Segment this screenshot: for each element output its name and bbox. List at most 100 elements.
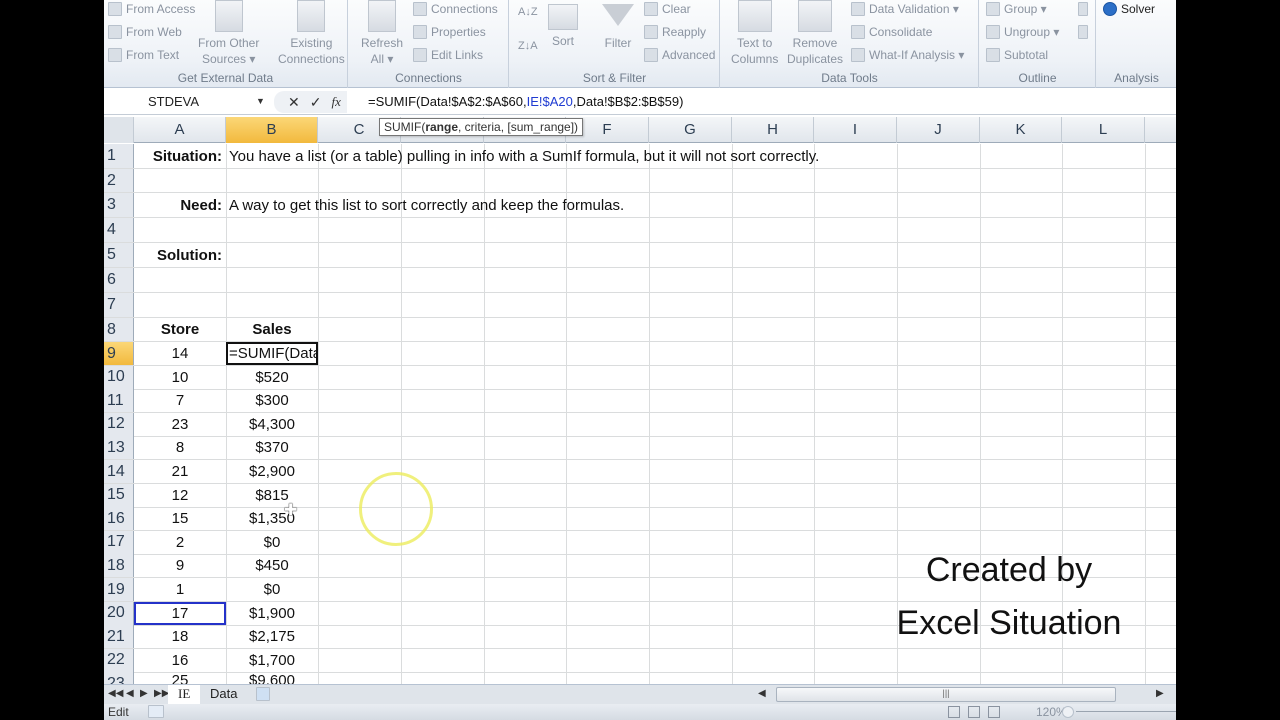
filter-button[interactable]: Filter <box>602 4 634 50</box>
sales-cell[interactable]: $815 <box>226 484 318 507</box>
from-access-button[interactable]: From Access <box>108 2 195 16</box>
scrollbar-thumb[interactable]: ||| <box>776 687 1116 702</box>
column-header-l[interactable]: L <box>1062 117 1145 143</box>
label-situation[interactable]: Situation: <box>134 144 226 168</box>
scroll-left-icon[interactable]: ◀ <box>758 688 766 699</box>
name-box[interactable]: STDEVA <box>104 91 268 113</box>
row-header-13[interactable]: 13 <box>104 436 134 460</box>
sales-cell[interactable]: $1,350 <box>226 507 318 530</box>
show-detail-button[interactable] <box>1078 2 1088 16</box>
store-header-cell[interactable]: Store <box>134 318 226 341</box>
store-cell[interactable]: 23 <box>134 413 226 436</box>
store-cell[interactable]: 16 <box>134 649 226 672</box>
situation-text[interactable]: You have a list (or a table) pulling in … <box>226 144 1145 168</box>
sales-cell[interactable]: $2,900 <box>226 460 318 483</box>
row-header-18[interactable]: 18 <box>104 554 134 578</box>
store-cell[interactable]: 18 <box>134 625 226 648</box>
sales-cell[interactable]: $0 <box>226 578 318 601</box>
store-cell[interactable]: 1 <box>134 578 226 601</box>
store-cell[interactable]: 9 <box>134 554 226 577</box>
next-sheet-icon[interactable]: ▶ <box>140 688 148 699</box>
prev-sheet-icon[interactable]: ◀ <box>126 688 134 699</box>
sheet-tab-ie[interactable]: IE <box>168 685 201 704</box>
store-cell[interactable]: 21 <box>134 460 226 483</box>
sheet-tab-data[interactable]: Data <box>200 685 247 704</box>
ungroup-button[interactable]: Ungroup ▾ <box>986 25 1059 39</box>
row-header-19[interactable]: 19 <box>104 578 134 601</box>
row-header-7[interactable]: 7 <box>104 293 134 317</box>
what-if-analysis-button[interactable]: What-If Analysis ▾ <box>851 48 964 62</box>
sales-cell[interactable]: $2,175 <box>226 625 318 648</box>
connections-button[interactable]: Connections <box>413 2 498 16</box>
store-cell[interactable]: 8 <box>134 436 226 459</box>
normal-view-icon[interactable] <box>948 706 960 718</box>
scroll-right-icon[interactable]: ▶ <box>1156 688 1164 699</box>
column-header-g[interactable]: G <box>649 117 732 143</box>
page-layout-view-icon[interactable] <box>968 706 980 718</box>
row-header-4[interactable]: 4 <box>104 218 134 242</box>
store-cell[interactable]: 14 <box>134 342 226 365</box>
from-text-button[interactable]: From Text <box>108 48 179 62</box>
sales-cell[interactable]: $520 <box>226 366 318 389</box>
row-header-16[interactable]: 16 <box>104 507 134 531</box>
column-header-a[interactable]: A <box>134 117 226 143</box>
sort-z-to-a-button[interactable]: Z↓A <box>518 40 538 52</box>
row-header-2[interactable]: 2 <box>104 169 134 192</box>
solver-button[interactable]: Solver <box>1103 2 1155 16</box>
formula-input[interactable]: =SUMIF(Data!$A$2:$A$60,IE!$A20,Data!$B$2… <box>368 94 683 109</box>
text-to-columns-button[interactable]: Text to Columns <box>731 0 778 66</box>
store-cell[interactable]: 7 <box>134 389 226 412</box>
row-header-5[interactable]: 5 <box>104 243 134 267</box>
store-cell[interactable]: 10 <box>134 366 226 389</box>
insert-sheet-icon[interactable] <box>256 687 270 701</box>
row-header-10[interactable]: 10 <box>104 365 134 389</box>
existing-connections-button[interactable]: Existing Connections <box>278 0 345 66</box>
sales-cell[interactable]: $370 <box>226 436 318 459</box>
store-cell[interactable]: 15 <box>134 507 226 530</box>
column-header-b[interactable]: B <box>226 117 318 143</box>
page-break-view-icon[interactable] <box>988 706 1000 718</box>
store-cell[interactable]: 12 <box>134 484 226 507</box>
row-header-11[interactable]: 11 <box>104 389 134 413</box>
sort-a-to-z-button[interactable]: A↓Z <box>518 6 538 18</box>
row-header-9[interactable]: 9 <box>104 342 134 365</box>
need-text[interactable]: A way to get this list to sort correctly… <box>226 193 1145 217</box>
enter-icon[interactable]: ✓ <box>310 94 322 111</box>
remove-duplicates-button[interactable]: Remove Duplicates <box>787 0 843 66</box>
store-cell[interactable]: 2 <box>134 531 226 554</box>
column-header-h[interactable]: H <box>732 117 814 143</box>
row-header-6[interactable]: 6 <box>104 268 134 292</box>
sales-header-cell[interactable]: Sales <box>226 318 318 341</box>
active-cell-editing[interactable]: =SUMIF(Data <box>226 342 318 365</box>
edit-links-button[interactable]: Edit Links <box>413 48 483 62</box>
row-header-20[interactable]: 20 <box>104 601 134 625</box>
cancel-icon[interactable]: ✕ <box>288 94 300 111</box>
subtotal-button[interactable]: Subtotal <box>986 48 1048 62</box>
row-header-21[interactable]: 21 <box>104 625 134 649</box>
row-header-17[interactable]: 17 <box>104 530 134 554</box>
row-header-22[interactable]: 22 <box>104 648 134 672</box>
sales-cell[interactable]: $0 <box>226 531 318 554</box>
first-sheet-icon[interactable]: ◀◀ <box>108 688 123 699</box>
advanced-filter-button[interactable]: Advanced <box>644 48 715 62</box>
row-header-1[interactable]: 1 <box>104 144 134 168</box>
column-header-k[interactable]: K <box>980 117 1062 143</box>
properties-button[interactable]: Properties <box>413 25 486 39</box>
column-header-j[interactable]: J <box>897 117 980 143</box>
column-header-i[interactable]: I <box>814 117 897 143</box>
sort-button[interactable]: Sort <box>548 4 578 48</box>
row-header-3[interactable]: 3 <box>104 193 134 217</box>
zoom-slider[interactable] <box>1076 711 1176 712</box>
zoom-out-icon[interactable] <box>1062 706 1074 718</box>
row-header-15[interactable]: 15 <box>104 483 134 507</box>
row-header-14[interactable]: 14 <box>104 460 134 483</box>
sales-cell[interactable]: $1,900 <box>226 602 318 625</box>
macro-record-icon[interactable] <box>148 705 164 718</box>
refresh-all-button[interactable]: Refresh All ▾ <box>361 0 403 66</box>
label-solution[interactable]: Solution: <box>134 243 226 267</box>
row-header-12[interactable]: 12 <box>104 412 134 436</box>
worksheet-grid[interactable]: 1 Situation: You have a list (or a table) … <box>104 144 1176 697</box>
sales-cell[interactable]: $4,300 <box>226 413 318 436</box>
referenced-cell[interactable]: 17 <box>134 601 226 625</box>
data-validation-button[interactable]: Data Validation ▾ <box>851 2 959 16</box>
